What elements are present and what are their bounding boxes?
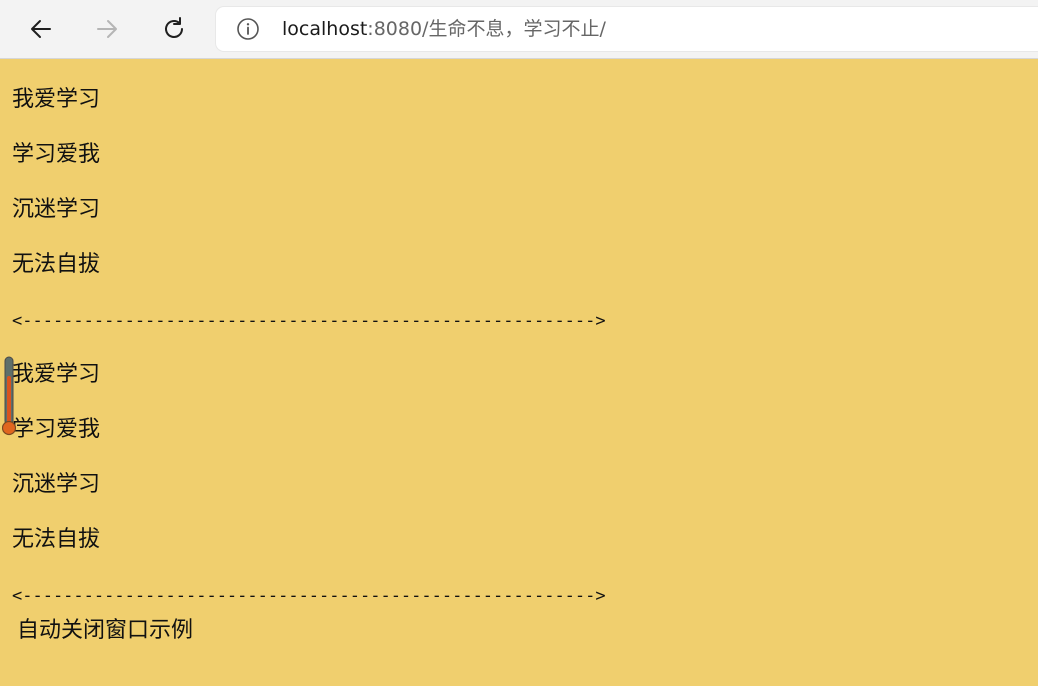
text-line: 沉迷学习 [12, 472, 101, 497]
url-host: localhost [282, 18, 368, 40]
address-bar[interactable]: localhost:8080/生命不息，学习不止/ [216, 7, 1038, 51]
separator-line: <---------------------------------------… [12, 586, 606, 606]
text-line: 我爱学习 [12, 362, 101, 387]
text-line: 我爱学习 [12, 87, 101, 112]
text-line: 无法自拔 [12, 527, 101, 552]
text-line: 沉迷学习 [12, 197, 101, 222]
reload-button[interactable] [157, 12, 191, 46]
back-button[interactable] [24, 12, 58, 46]
page-content: 我爱学习 学习爱我 沉迷学习 无法自拔 <-------------------… [0, 59, 1038, 686]
reload-icon [165, 17, 183, 38]
forward-button[interactable] [90, 12, 124, 46]
info-icon[interactable] [236, 17, 260, 41]
back-arrow-icon [31, 20, 51, 38]
forward-arrow-icon [97, 20, 117, 38]
text-line: 学习爱我 [12, 142, 101, 167]
browser-toolbar: localhost:8080/生命不息，学习不止/ [0, 0, 1038, 59]
auto-close-window-example-text: 自动关闭窗口示例 [17, 618, 194, 643]
text-line: 学习爱我 [12, 417, 101, 442]
url-path: :8080/生命不息，学习不止/ [367, 18, 606, 40]
text-line: 无法自拔 [12, 252, 101, 277]
thermometer-icon [2, 356, 16, 436]
url-text[interactable]: localhost:8080/生命不息，学习不止/ [282, 17, 606, 41]
separator-line: <---------------------------------------… [12, 311, 606, 331]
